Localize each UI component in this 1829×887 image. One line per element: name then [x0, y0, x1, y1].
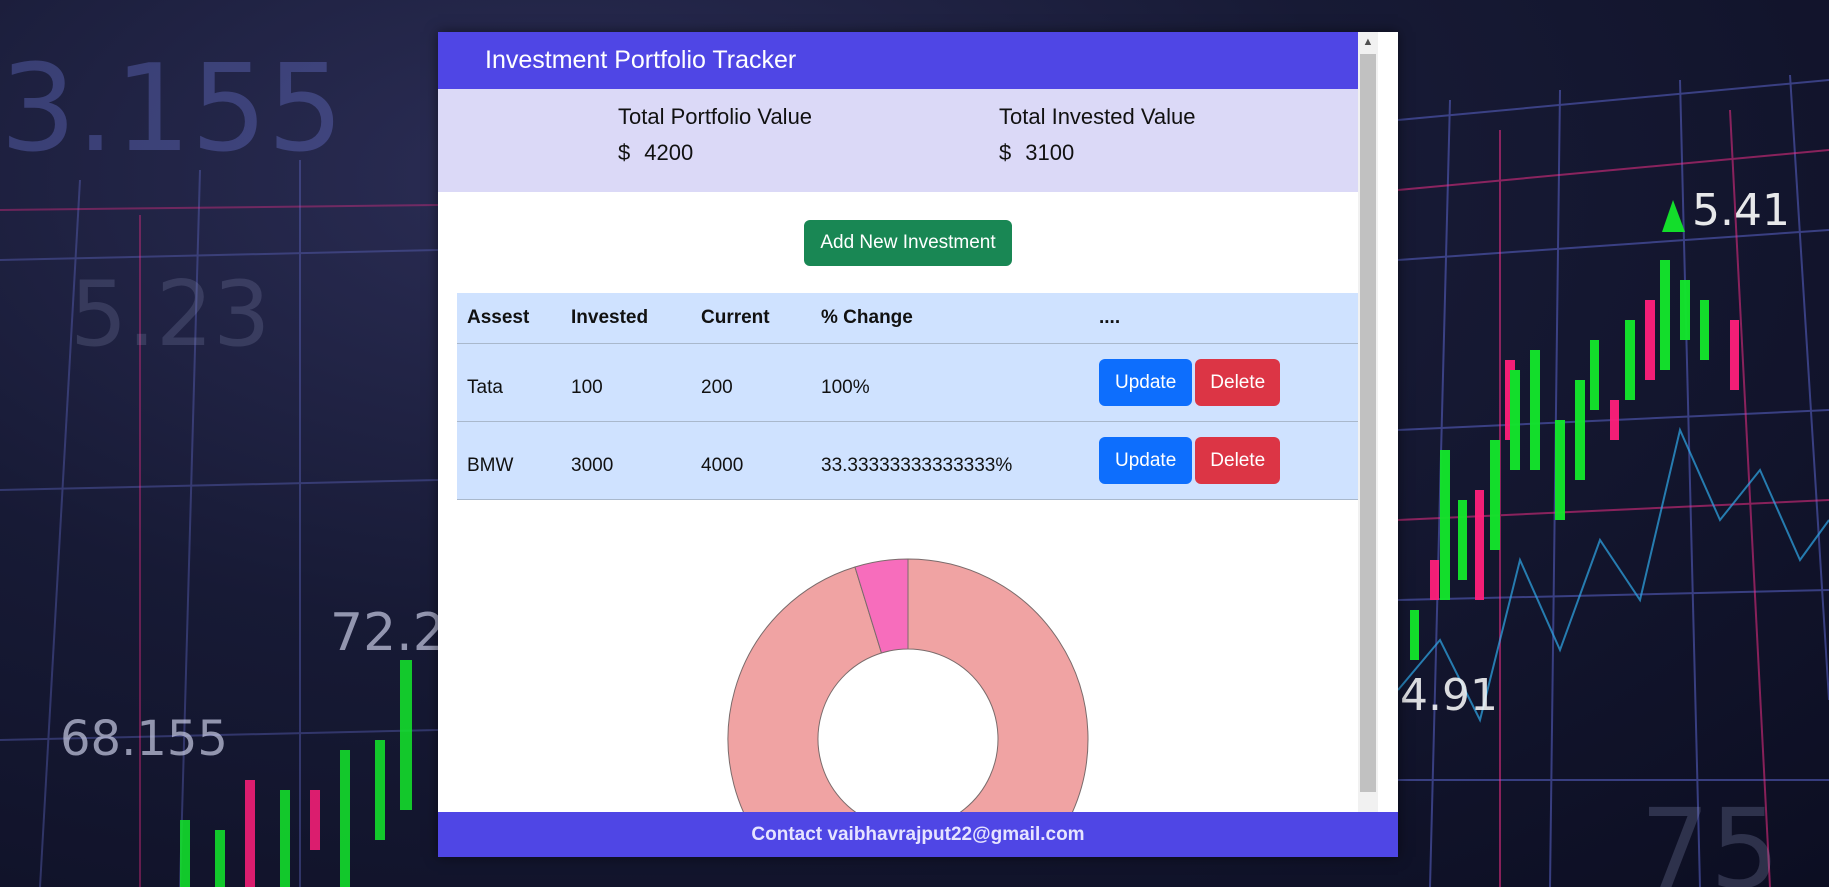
cell-invested: 3000 [561, 421, 691, 500]
bg-number-541: 5.41 [1692, 185, 1790, 236]
bg-number-75: 75 [1640, 785, 1780, 887]
table-row: BMW 3000 4000 33.33333333333333% Update D… [457, 421, 1358, 500]
add-button-wrapper: Add New Investment [438, 192, 1378, 266]
column-header-asset: Assest [457, 293, 561, 344]
cell-change: 33.33333333333333% [811, 421, 1089, 500]
portfolio-amount: 4200 [644, 140, 694, 165]
cell-actions: Update Delete [1089, 421, 1358, 500]
total-portfolio-value: $4200 [618, 140, 812, 166]
vertical-scrollbar[interactable]: ▲ [1358, 32, 1378, 812]
footer: Contact vaibhavrajput22@gmail.com [438, 812, 1398, 857]
cell-change: 100% [811, 343, 1089, 422]
summary-panel: Total Portfolio Value $4200 Total Invest… [438, 89, 1378, 192]
invested-amount: 3100 [1025, 140, 1075, 165]
delete-button[interactable]: Delete [1195, 359, 1281, 406]
scroll-up-arrow-icon[interactable]: ▲ [1358, 32, 1378, 52]
update-button[interactable]: Update [1099, 359, 1193, 406]
delete-button[interactable]: Delete [1195, 437, 1281, 484]
table-header-row: Assest Invested Current % Change .... [457, 293, 1358, 344]
cell-actions: Update Delete [1089, 343, 1358, 422]
footer-contact-text: Contact vaibhavrajput22@gmail.com [751, 824, 1085, 845]
update-button[interactable]: Update [1099, 437, 1193, 484]
total-invested-block: Total Invested Value $3100 [999, 104, 1196, 166]
add-new-investment-button[interactable]: Add New Investment [804, 220, 1012, 266]
currency-symbol: $ [999, 140, 1012, 165]
app-window: Investment Portfolio Tracker Total Portf… [438, 32, 1398, 857]
column-header-change: % Change [811, 293, 1089, 344]
column-header-current: Current [691, 293, 811, 344]
total-invested-label: Total Invested Value [999, 104, 1196, 129]
cell-asset: Tata [457, 343, 561, 422]
column-header-invested: Invested [561, 293, 691, 344]
total-portfolio-label: Total Portfolio Value [618, 104, 813, 129]
cell-current: 200 [691, 343, 811, 422]
total-portfolio-block: Total Portfolio Value $4200 [618, 104, 812, 166]
cell-asset: BMW [457, 421, 561, 500]
portfolio-chart-area [438, 532, 1378, 812]
bg-number-491: 4.91 [1400, 670, 1498, 721]
app-content: Investment Portfolio Tracker Total Portf… [438, 32, 1378, 812]
bg-number-68155: 68.155 [60, 711, 228, 767]
scrollbar-thumb[interactable] [1360, 54, 1376, 792]
bg-number-523: 5.23 [70, 262, 270, 367]
navbar: Investment Portfolio Tracker [438, 32, 1378, 89]
cell-invested: 100 [561, 343, 691, 422]
currency-symbol: $ [618, 140, 631, 165]
bg-number-3155: 3.155 [0, 40, 344, 179]
app-title[interactable]: Investment Portfolio Tracker [485, 46, 796, 75]
column-header-actions: .... [1089, 293, 1358, 344]
total-invested-value: $3100 [999, 140, 1196, 166]
cell-current: 4000 [691, 421, 811, 500]
table-row: Tata 100 200 100% Update Delete [457, 343, 1358, 422]
holdings-table: Assest Invested Current % Change .... Ta… [457, 293, 1358, 500]
portfolio-doughnut-chart[interactable] [438, 532, 1378, 812]
